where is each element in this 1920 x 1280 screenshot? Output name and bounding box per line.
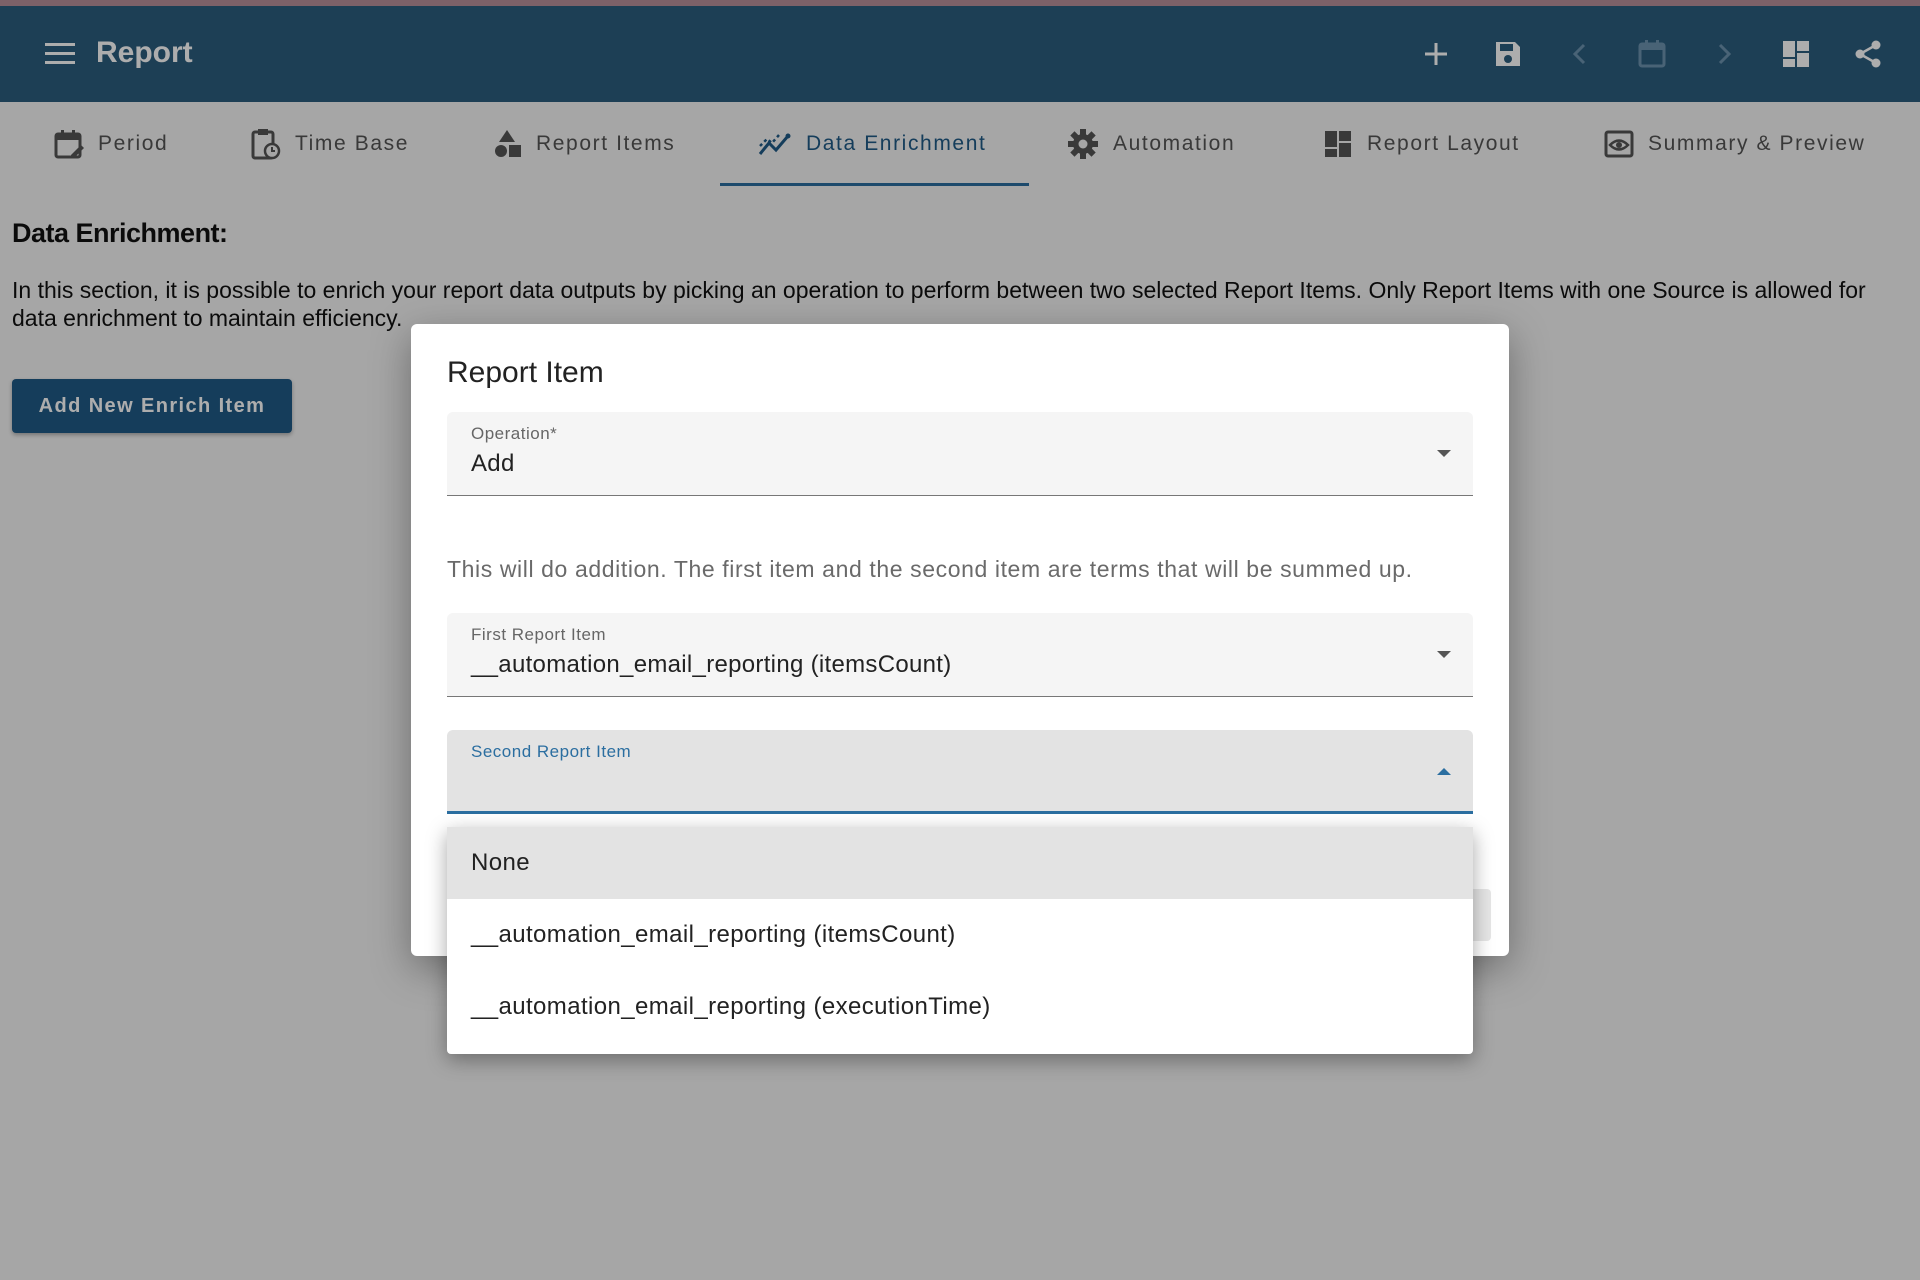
caret-down-icon: [1437, 450, 1451, 457]
field-label: Second Report Item: [471, 742, 632, 761]
caret-down-icon: [1437, 651, 1451, 658]
second-report-item-options: None __automation_email_reporting (items…: [447, 827, 1473, 1054]
operation-hint: This will do addition. The first item an…: [447, 556, 1413, 582]
operation-select[interactable]: Operation* Add: [447, 412, 1473, 496]
option-none[interactable]: None: [447, 827, 1473, 899]
second-report-item-select[interactable]: Second Report Item: [447, 730, 1473, 814]
caret-up-icon: [1437, 768, 1451, 775]
dialog-title: Report Item: [447, 356, 604, 389]
first-report-item-select[interactable]: First Report Item __automation_email_rep…: [447, 613, 1473, 697]
field-value: __automation_email_reporting (itemsCount…: [471, 651, 952, 678]
option-items-count[interactable]: __automation_email_reporting (itemsCount…: [447, 899, 1473, 971]
option-execution-time[interactable]: __automation_email_reporting (executionT…: [447, 971, 1473, 1043]
field-value: Add: [471, 450, 515, 477]
field-label: First Report Item: [471, 625, 607, 644]
field-label: Operation*: [471, 424, 558, 443]
